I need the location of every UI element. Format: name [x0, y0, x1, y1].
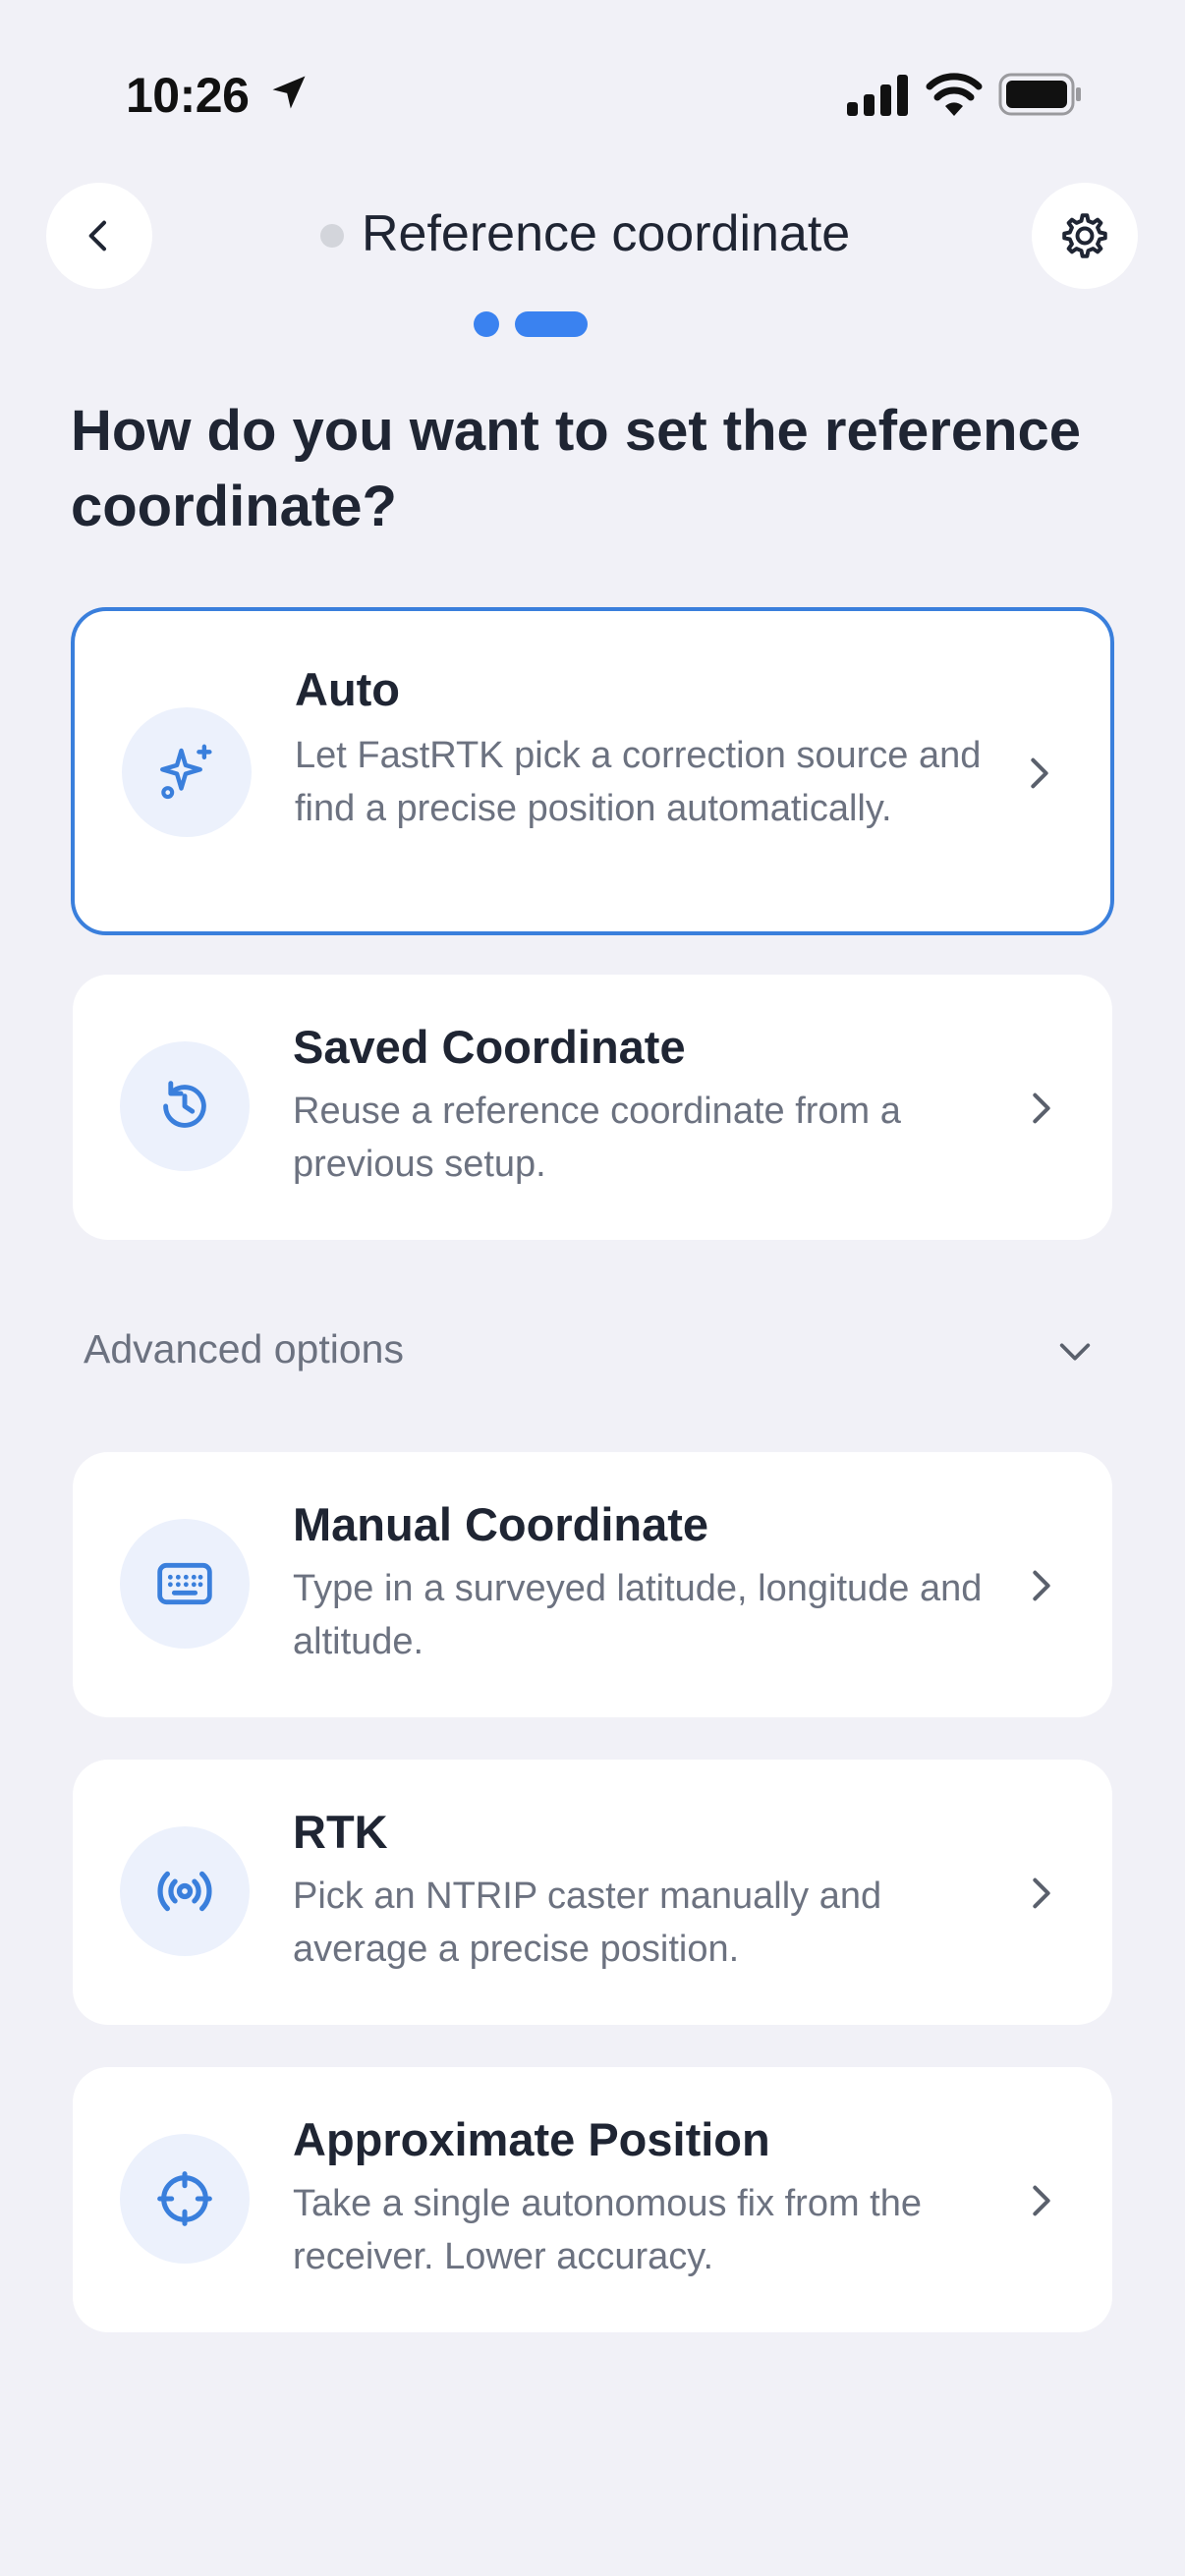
- option-description: Pick an NTRIP caster manually and averag…: [293, 1876, 882, 1970]
- option-card-auto[interactable]: Auto Let FastRTK pick a correction sourc…: [71, 607, 1114, 935]
- step-indicator-2-active: [515, 311, 588, 337]
- back-button[interactable]: [46, 183, 152, 289]
- option-description: Reuse a reference coordinate from a prev…: [293, 1091, 901, 1185]
- option-description: Type in a surveyed latitude, longitude a…: [293, 1568, 983, 1662]
- crosshair-icon: [157, 2171, 212, 2226]
- option-title: Auto: [295, 663, 401, 715]
- option-icon-bg: [120, 1826, 250, 1956]
- option-description: Let FastRTK pick a correction source and…: [295, 735, 982, 829]
- option-title: RTK: [293, 1806, 388, 1858]
- option-description: Take a single autonomous fix from the re…: [293, 2183, 923, 2277]
- chevron-right-icon: [1033, 1877, 1050, 1909]
- step-indicator-1: [474, 311, 499, 337]
- option-icon-bg: [122, 707, 252, 837]
- location-arrow-icon: [272, 76, 306, 109]
- status-time: 10:26: [126, 68, 250, 123]
- wifi-icon: [926, 73, 983, 116]
- chevron-down-icon[interactable]: [1053, 1332, 1097, 1372]
- option-icon-bg: [120, 2134, 250, 2264]
- keyboard-icon: [157, 1562, 212, 1605]
- question-heading: How do you want to set the reference coo…: [71, 399, 1082, 538]
- option-card-manual-coordinate[interactable]: Manual Coordinate Type in a surveyed lat…: [73, 1452, 1112, 1717]
- cellular-signal-icon: [847, 75, 908, 116]
- chevron-right-icon: [1033, 1570, 1050, 1601]
- chevron-right-icon: [1033, 1092, 1050, 1124]
- option-card-rtk[interactable]: RTK Pick an NTRIP caster manually and av…: [73, 1760, 1112, 2025]
- option-icon-bg: [120, 1041, 250, 1171]
- page-title: Reference coordinate: [362, 205, 851, 262]
- chevron-right-icon: [1033, 2185, 1050, 2216]
- chevron-left-icon: [88, 220, 106, 252]
- gear-icon: [1062, 213, 1107, 258]
- history-icon: [163, 1081, 206, 1128]
- option-card-approximate-position[interactable]: Approximate Position Take a single auton…: [73, 2067, 1112, 2332]
- option-icon-bg: [120, 1519, 250, 1649]
- option-title: Manual Coordinate: [293, 1498, 709, 1550]
- connection-status-dot: [320, 224, 344, 248]
- sparkles-icon: [160, 744, 212, 800]
- option-card-saved-coordinate[interactable]: Saved Coordinate Reuse a reference coord…: [73, 975, 1112, 1240]
- option-title: Approximate Position: [293, 2113, 770, 2165]
- advanced-options-toggle[interactable]: Advanced options: [84, 1326, 404, 1372]
- option-title: Saved Coordinate: [293, 1021, 686, 1073]
- battery-icon: [998, 73, 1081, 116]
- broadcast-icon: [157, 1871, 212, 1912]
- settings-button[interactable]: [1032, 183, 1138, 289]
- chevron-right-icon: [1031, 757, 1048, 789]
